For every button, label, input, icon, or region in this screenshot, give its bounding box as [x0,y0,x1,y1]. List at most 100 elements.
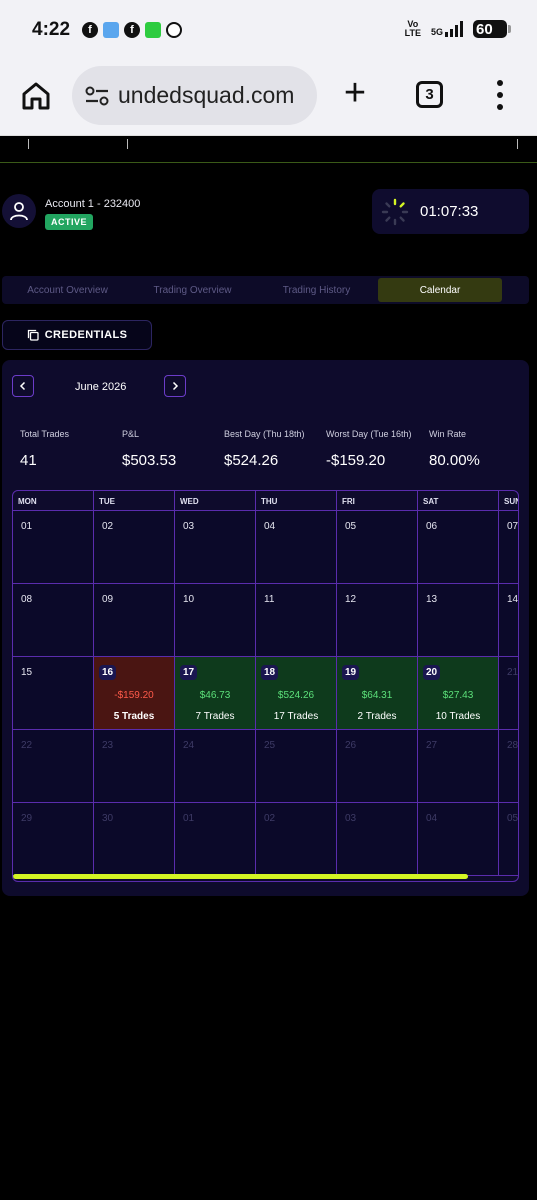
day-number: 06 [426,521,438,532]
day-number: 14 [507,594,519,605]
stat-best-day: Best Day (Thu 18th) $524.26 [224,429,305,469]
day-number: 02 [102,521,114,532]
calendar-day[interactable]: 22 [13,730,94,803]
calendar-day[interactable]: 05 [337,511,418,584]
day-number: 17 [180,665,198,680]
whatsapp-icon [166,22,182,38]
day-trade-count: 5 Trades [113,711,155,722]
calendar-day[interactable]: 21 [499,657,518,730]
volte-indicator: Vo LTE [404,19,421,38]
day-number: 15 [21,667,33,678]
calendar-day[interactable]: 02 [256,803,337,876]
tab-trading-overview[interactable]: Trading Overview [130,278,255,302]
calendar-day[interactable]: 29 [13,803,94,876]
calendar-day[interactable]: 06 [418,511,499,584]
day-number: 03 [345,813,357,824]
calendar-day[interactable]: 11 [256,584,337,657]
calendar-day[interactable]: 25 [256,730,337,803]
calendar-day[interactable]: 24 [175,730,256,803]
calendar-day[interactable]: 16 -$159.20 5 Trades [94,657,175,730]
day-pnl: -$159.20 [114,690,154,701]
calendar-day[interactable]: 15 [13,657,94,730]
day-number: 11 [264,594,275,605]
day-trade-count: 10 Trades [435,711,481,722]
app-icon [145,22,161,38]
day-number: 10 [183,594,195,605]
prev-month-button[interactable] [12,375,34,397]
credentials-button[interactable]: CREDENTIALS [2,320,152,350]
facebook-icon: f [82,22,98,38]
calendar-day[interactable]: 05 [499,803,518,876]
tab-trading-history[interactable]: Trading History [255,278,378,302]
tab-switcher-button[interactable]: 3 [416,81,443,108]
day-trade-count: 17 Trades [273,711,319,722]
calendar-day[interactable]: 04 [418,803,499,876]
day-number: 07 [507,521,519,532]
horizontal-scrollbar[interactable] [13,874,468,879]
calendar-card: June 2026 Total Trades 41 P&L $503.53 Best… [2,360,529,896]
calendar-day[interactable]: 09 [94,584,175,657]
calendar-grid[interactable]: MONTUEWEDTHUFRISATSUN 01 02 03 04 05 06 07 08 09… [12,490,519,882]
browser-toolbar: undedsquad.com + 3 [0,62,537,136]
weekday-mon: MON [13,491,94,511]
month-label: June 2026 [75,381,127,393]
calendar-day[interactable]: 03 [175,511,256,584]
day-number: 13 [426,594,438,605]
day-number: 28 [507,740,519,751]
weekday-header: MONTUEWEDTHUFRISATSUN [13,491,518,511]
calendar-day[interactable]: 10 [175,584,256,657]
weekday-fri: FRI [337,491,418,511]
calendar-day[interactable]: 01 [175,803,256,876]
calendar-day[interactable]: 20 $27.43 10 Trades [418,657,499,730]
calendar-day[interactable]: 07 [499,511,519,584]
avatar [2,194,36,228]
calendar-day[interactable]: 26 [337,730,418,803]
calendar-day[interactable]: 19 $64.31 2 Trades [337,657,418,730]
tab-account-overview[interactable]: Account Overview [5,278,130,302]
calendar-day[interactable]: 08 [13,584,94,657]
day-trade-count: 2 Trades [357,711,397,722]
calendar-day[interactable]: 03 [337,803,418,876]
home-button[interactable] [20,80,52,112]
next-month-button[interactable] [164,375,186,397]
facebook-icon: f [124,22,140,38]
calendar-day[interactable]: 13 [418,584,499,657]
calendar-day[interactable]: 18 $524.26 17 Trades [256,657,337,730]
stat-win-rate: Win Rate 80.00% [429,429,480,469]
day-number: 04 [426,813,438,824]
site-settings-icon[interactable] [84,86,110,106]
tab-navigation: Account Overview Trading Overview Tradin… [2,276,529,304]
stat-worst-day: Worst Day (Tue 16th) -$159.20 [326,429,412,469]
account-name: Account 1 - 232400 [45,198,141,210]
calendar-day[interactable]: 28 [499,730,519,803]
day-number: 05 [345,521,357,532]
day-number: 22 [21,740,33,751]
tab-calendar[interactable]: Calendar [378,278,502,302]
calendar-day[interactable]: 02 [94,511,175,584]
weekday-wed: WED [175,491,256,511]
status-badge: ACTIVE [45,214,94,230]
notification-icons: f f [82,22,182,38]
calendar-day[interactable]: 14 [499,584,519,657]
calendar-week: 01 02 03 04 05 06 07 [13,511,519,584]
day-number: 23 [102,740,114,751]
calendar-day[interactable]: 01 [13,511,94,584]
day-number: 27 [426,740,438,751]
calendar-day[interactable]: 27 [418,730,499,803]
calendar-day[interactable]: 17 $46.73 7 Trades [175,657,256,730]
calendar-day[interactable]: 23 [94,730,175,803]
calendar-day[interactable]: 12 [337,584,418,657]
day-number: 18 [261,665,279,680]
home-icon [22,82,50,110]
stat-pnl: P&L $503.53 [122,429,177,469]
calendar-day[interactable]: 04 [256,511,337,584]
address-bar[interactable]: undedsquad.com [72,66,317,125]
day-number: 20 [423,665,441,680]
day-number: 30 [102,813,114,824]
day-number: 25 [264,740,276,751]
new-tab-button[interactable]: + [339,74,371,112]
calendar-day[interactable]: 30 [94,803,175,876]
day-number: 16 [99,665,117,680]
day-number: 19 [342,665,360,680]
browser-menu-button[interactable] [493,80,507,110]
